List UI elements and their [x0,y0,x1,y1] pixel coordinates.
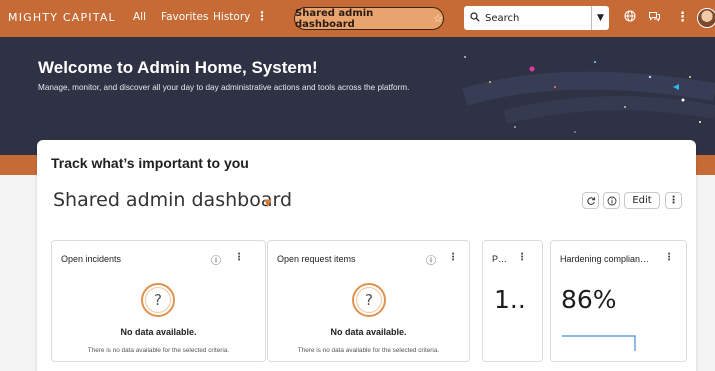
nav-history[interactable]: History [213,11,250,23]
info-icon [607,196,616,205]
more-icon[interactable]: ⋮ [234,252,244,263]
dashboard-pill[interactable]: Shared admin dashboard ☆ [294,7,444,30]
more-icon[interactable]: ⋮ [517,252,527,263]
refresh-button[interactable] [582,192,599,209]
widget-open-incidents[interactable]: Open incidents ⓘ ⋮ ? No data available. … [51,240,266,362]
widget-truncated[interactable]: P… ⋮ 1.. [482,240,543,362]
top-navigation-bar: MIGHTY CAPITAL All Favorites History ⋮ S… [0,0,715,37]
hero-banner: Welcome to Admin Home, System! Manage, m… [0,37,715,155]
widget-open-request-items[interactable]: Open request items ⓘ ⋮ ? No data availab… [267,240,470,362]
info-icon[interactable]: ⓘ [211,252,221,267]
widget-title: Hardening complian… [560,254,650,264]
search-placeholder: Search [485,12,520,24]
more-icon[interactable]: ⋮ [664,252,674,263]
refresh-icon [586,196,595,205]
avatar[interactable] [697,8,715,28]
section-heading: Track what’s important to you [51,155,249,171]
search-input[interactable]: Search [464,6,609,30]
search-dropdown-icon[interactable]: ▼ [591,6,609,30]
brand-logo[interactable]: MIGHTY CAPITAL [8,11,116,24]
question-mark-icon: ? [352,283,386,317]
trend-sparkline [562,335,636,351]
info-button[interactable] [603,192,620,209]
favorite-star-icon[interactable]: ☆ [433,12,443,25]
no-data-message: There is no data available for the selec… [87,347,230,354]
page-subtitle: Manage, monitor, and discover all your d… [38,83,410,92]
question-mark-icon: ? [141,283,175,317]
chat-icon[interactable] [648,10,661,26]
nav-favorites[interactable]: Favorites [161,11,208,23]
search-icon [470,11,480,25]
page-title: Welcome to Admin Home, System! [38,58,318,77]
widget-hardening-compliance[interactable]: Hardening complian… ⋮ 86% [550,240,687,362]
globe-icon[interactable] [624,10,636,26]
hero-decoration [462,56,715,133]
no-data-message: There is no data available for the selec… [297,347,440,354]
info-icon[interactable]: ⓘ [426,252,436,267]
widget-title: Open incidents [61,254,122,264]
widget-value: 86% [561,285,617,314]
chevron-down-icon[interactable]: ▼ [264,198,272,209]
nav-more-icon[interactable]: ⋮ [256,9,268,23]
widget-title: P… [492,254,508,264]
no-data-title: No data available. [120,327,197,337]
dashboard-card: Track what’s important to you Shared adm… [37,140,696,371]
no-data-title: No data available. [330,327,407,337]
widget-value: 1.. [494,285,526,314]
nav-all[interactable]: All [133,11,146,23]
dashboard-pill-label: Shared admin dashboard [295,7,374,30]
edit-button[interactable]: Edit [624,192,660,209]
more-icon[interactable]: ⋮ [448,252,458,263]
dashboard-more-icon[interactable]: ⋮ [665,192,682,209]
widget-title: Open request items [277,254,356,264]
more-menu-icon[interactable]: ⋮ [676,10,689,25]
dashboard-title[interactable]: Shared admin dashboard [53,189,292,211]
